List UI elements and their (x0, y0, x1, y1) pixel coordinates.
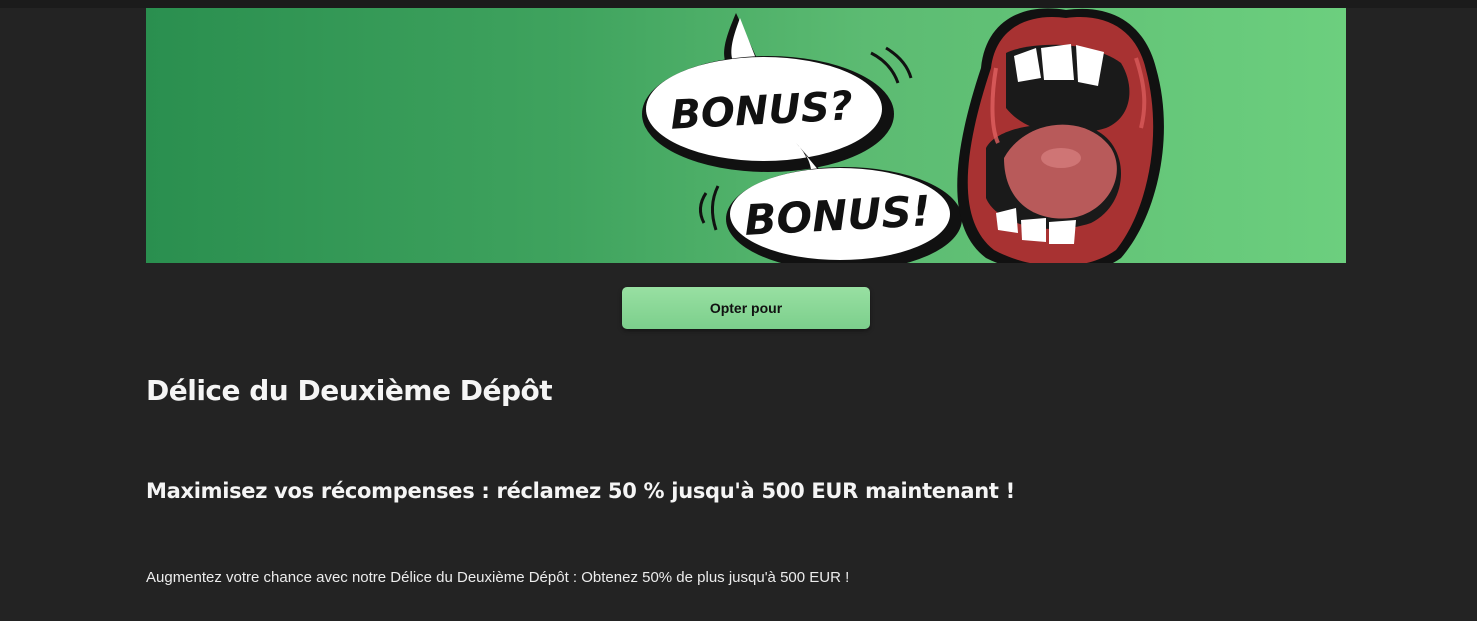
promo-subtitle: Maximisez vos récompenses : réclamez 50 … (146, 479, 1015, 503)
bubble-top-text: BONUS? (669, 83, 854, 138)
lips-illustration (957, 8, 1164, 263)
promo-banner-illustration: BONUS? BONUS! (642, 8, 1346, 263)
top-bar (0, 0, 1477, 8)
promo-banner: BONUS? BONUS! (146, 8, 1346, 263)
page-title: Délice du Deuxième Dépôt (146, 374, 553, 407)
opt-in-button[interactable]: Opter pour (622, 287, 870, 329)
promo-description: Augmentez votre chance avec notre Délice… (146, 569, 850, 586)
bubble-bottom-text: BONUS! (743, 186, 932, 245)
